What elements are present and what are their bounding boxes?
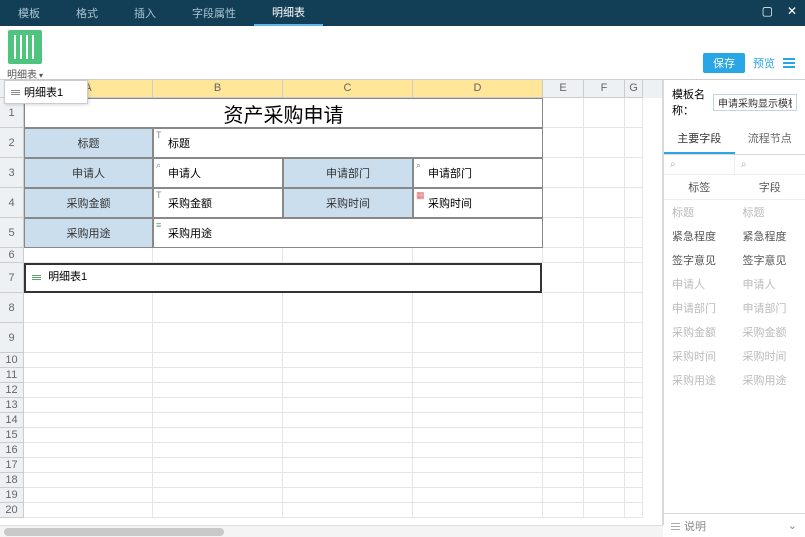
field-purpose[interactable]: ≡采购用途 xyxy=(153,218,543,248)
field-list: 标题标题 紧急程度紧急程度 签字意见签字意见 申请人申请人 申请部门申请部门 采… xyxy=(664,200,805,392)
list-icon xyxy=(11,90,20,95)
detail-table-label: 明细表 xyxy=(0,66,50,81)
list-icon xyxy=(671,523,680,530)
chevron-down-icon: ⌄ xyxy=(788,519,797,532)
list-toggle-icon[interactable] xyxy=(783,58,795,68)
row-header-9[interactable]: 9 xyxy=(0,323,24,353)
search-label-input[interactable]: ⌕ xyxy=(664,155,735,174)
window-close-icon[interactable]: ✕ xyxy=(787,4,797,18)
menu-tab-template[interactable]: 模板 xyxy=(0,0,58,26)
label-time[interactable]: 采购时间 xyxy=(283,188,413,218)
row-header-5[interactable]: 5 xyxy=(0,218,24,248)
field-title[interactable]: T标题 xyxy=(153,128,543,158)
toolbar: 明细表 保存 预览 xyxy=(0,26,805,80)
search-field-input[interactable]: ⌕ xyxy=(735,155,805,174)
row-header-4[interactable]: 4 xyxy=(0,188,24,218)
menu-tab-insert[interactable]: 插入 xyxy=(116,0,174,26)
detail-table-name: 明细表1 xyxy=(48,271,87,283)
column-headers: A B C D E F G xyxy=(0,80,662,98)
row-header-13[interactable]: 13 xyxy=(0,398,24,413)
row-header-20[interactable]: 20 xyxy=(0,503,24,518)
row-header-11[interactable]: 11 xyxy=(0,368,24,383)
detail-dropdown: 明细表1 xyxy=(4,80,88,104)
window-restore-icon[interactable]: ▢ xyxy=(762,4,773,18)
menu-tab-detail[interactable]: 明细表 xyxy=(254,0,323,26)
label-dept[interactable]: 申请部门 xyxy=(283,158,413,188)
row-header-2[interactable]: 2 xyxy=(0,128,24,158)
row-header-12[interactable]: 12 xyxy=(0,383,24,398)
field-row[interactable]: 签字意见签字意见 xyxy=(664,248,805,272)
label-amount[interactable]: 采购金额 xyxy=(24,188,153,218)
detail-table-band[interactable]: 明细表1 xyxy=(24,263,542,293)
row-header-3[interactable]: 3 xyxy=(0,158,24,188)
menu-tab-fieldprops[interactable]: 字段属性 xyxy=(174,0,254,26)
col-header-g[interactable]: G xyxy=(625,80,643,98)
sidebar-tab-flownodes[interactable]: 流程节点 xyxy=(735,124,805,154)
label-title[interactable]: 标题 xyxy=(24,128,153,158)
row-header-15[interactable]: 15 xyxy=(0,428,24,443)
row-header-19[interactable]: 19 xyxy=(0,488,24,503)
row-header-6[interactable]: 6 xyxy=(0,248,24,263)
label-purpose[interactable]: 采购用途 xyxy=(24,218,153,248)
col-header-d[interactable]: D xyxy=(413,80,543,98)
detail-table-button[interactable]: 明细表 xyxy=(0,26,50,79)
menubar: 模板 格式 插入 字段属性 明细表 ▢ ✕ xyxy=(0,0,805,26)
col-header-f[interactable]: F xyxy=(584,80,625,98)
field-amount[interactable]: T采购金额 xyxy=(153,188,283,218)
template-name-label: 模板名称： xyxy=(672,86,709,118)
field-row[interactable]: 采购金额采购金额 xyxy=(664,320,805,344)
row-header-18[interactable]: 18 xyxy=(0,473,24,488)
row-header-8[interactable]: 8 xyxy=(0,293,24,323)
field-header-label: 标签 xyxy=(664,175,735,199)
sidebar-tab-mainfields[interactable]: 主要字段 xyxy=(664,124,735,154)
preview-button[interactable]: 预览 xyxy=(753,55,775,71)
save-button[interactable]: 保存 xyxy=(703,53,745,73)
form-title[interactable]: 资产采购申请 xyxy=(24,98,543,128)
footer-help-bar[interactable]: 说明 ⌄ xyxy=(663,513,805,537)
field-applicant[interactable]: ⌕申请人 xyxy=(153,158,283,188)
horizontal-scrollbar[interactable] xyxy=(0,525,663,537)
menu-tab-format[interactable]: 格式 xyxy=(58,0,116,26)
field-row[interactable]: 紧急程度紧急程度 xyxy=(664,224,805,248)
row-header-7[interactable]: 7 xyxy=(0,263,24,293)
text-field-icon: T xyxy=(156,130,166,140)
sidebar: 模板名称： 主要字段 流程节点 ⌕ ⌕ 标签 字段 标题标题 紧急程度紧急程度 … xyxy=(663,80,805,525)
row-header-10[interactable]: 10 xyxy=(0,353,24,368)
dropdown-item-detail1[interactable]: 明细表1 xyxy=(5,81,87,103)
field-header-field: 字段 xyxy=(735,175,805,199)
field-row[interactable]: 申请部门申请部门 xyxy=(664,296,805,320)
footer-label: 说明 xyxy=(684,521,706,533)
col-header-c[interactable]: C xyxy=(283,80,413,98)
detail-table-icon xyxy=(8,30,42,64)
grid-body[interactable]: 1 资产采购申请 2 标题 T标题 3 申请人 ⌕申请人 申请部门 ⌕申请部门 … xyxy=(0,98,662,525)
search-icon: ⌕ xyxy=(416,160,426,170)
row-header-16[interactable]: 16 xyxy=(0,443,24,458)
row-header-17[interactable]: 17 xyxy=(0,458,24,473)
scrollbar-thumb[interactable] xyxy=(4,528,224,536)
col-header-e[interactable]: E xyxy=(543,80,584,98)
dropdown-item-label: 明细表1 xyxy=(24,84,63,100)
field-row[interactable]: 采购用途采购用途 xyxy=(664,368,805,392)
col-header-b[interactable]: B xyxy=(153,80,283,98)
template-name-input[interactable] xyxy=(713,94,797,111)
field-dept[interactable]: ⌕申请部门 xyxy=(413,158,543,188)
spreadsheet-area: A B C D E F G 1 资产采购申请 2 标题 T标题 3 申请人 ⌕申… xyxy=(0,80,663,525)
text-field-icon: T xyxy=(156,190,166,200)
date-field-icon: ▦ xyxy=(416,190,426,200)
detail-list-icon xyxy=(32,275,41,280)
row-header-14[interactable]: 14 xyxy=(0,413,24,428)
field-time[interactable]: ▦采购时间 xyxy=(413,188,543,218)
field-row[interactable]: 标题标题 xyxy=(664,200,805,224)
field-row[interactable]: 申请人申请人 xyxy=(664,272,805,296)
textarea-icon: ≡ xyxy=(156,220,166,230)
label-applicant[interactable]: 申请人 xyxy=(24,158,153,188)
search-icon: ⌕ xyxy=(156,160,166,170)
field-row[interactable]: 采购时间采购时间 xyxy=(664,344,805,368)
